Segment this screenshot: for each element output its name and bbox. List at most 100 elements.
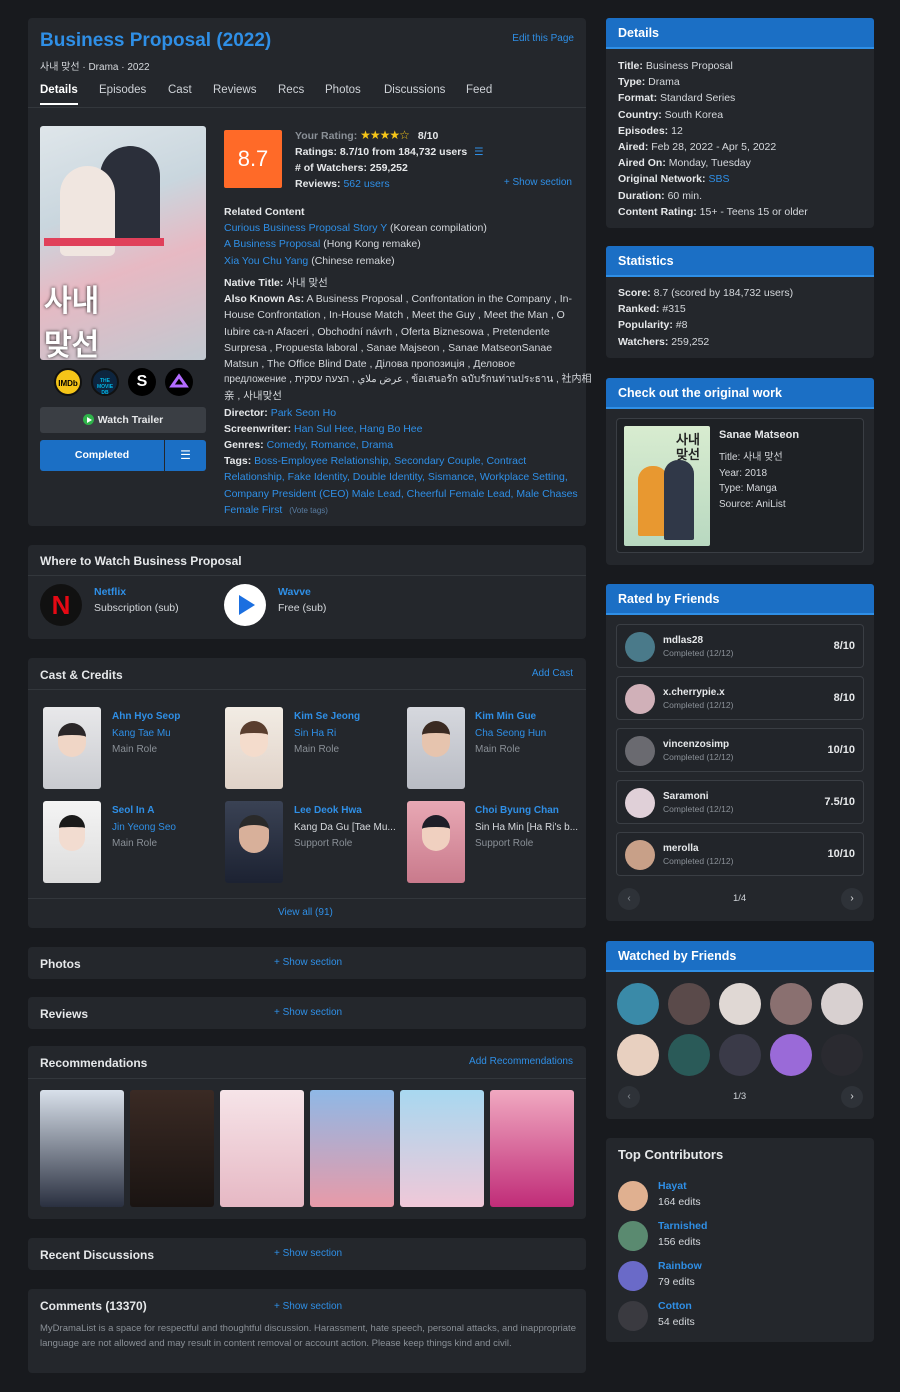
edit-page-link[interactable]: Edit this Page (512, 33, 574, 44)
status-button[interactable]: Completed (40, 440, 164, 471)
friend-rating-card[interactable]: mdlas28 Completed (12/12) 8/10 (616, 624, 864, 668)
stat-row: Ranked: #315 (618, 303, 686, 316)
original-work-row: Year: 2018 (719, 467, 768, 479)
original-work-name[interactable]: Sanae Matseon (719, 429, 799, 441)
cast-photo[interactable] (225, 801, 283, 883)
tab-feed[interactable]: Feed (466, 84, 492, 96)
tmdb-icon[interactable]: THE MOVIE DB (91, 368, 119, 396)
friend-username[interactable]: Saramoni (663, 791, 709, 802)
cast-photo[interactable] (407, 707, 465, 789)
next-page-button[interactable]: › (841, 1086, 863, 1108)
contributor-avatar[interactable] (618, 1301, 648, 1331)
friend-avatar[interactable] (617, 983, 659, 1025)
cast-photo[interactable] (43, 801, 101, 883)
friend-avatar[interactable] (770, 983, 812, 1025)
comments-title: Comments (13370) (40, 1299, 147, 1313)
friend-rating-card[interactable]: merolla Completed (12/12) 10/10 (616, 832, 864, 876)
friend-rating-card[interactable]: vincenzosimp Completed (12/12) 10/10 (616, 728, 864, 772)
contributor-avatar[interactable] (618, 1221, 648, 1251)
original-work-card[interactable]: 사내 맞선 Sanae Matseon Title: 사내 맞선 Year: 2… (616, 418, 864, 553)
details-sidebar-title: Details (606, 18, 874, 49)
next-page-button[interactable]: › (841, 888, 863, 910)
tab-cast[interactable]: Cast (168, 84, 192, 96)
cast-info: Ahn Hyo Seop Kang Tae Mu Main Role (112, 711, 181, 755)
reviews-link[interactable]: 562 users (343, 178, 389, 190)
top-contributors-title: Top Contributors (618, 1147, 724, 1162)
related-item: A Business Proposal (Hong Kong remake) (224, 238, 421, 251)
play-icon (82, 414, 94, 425)
add-cast-link[interactable]: Add Cast (532, 668, 573, 679)
contributor-name[interactable]: Rainbow (658, 1260, 702, 1272)
friend-avatar[interactable] (625, 840, 655, 870)
friend-avatar[interactable] (625, 788, 655, 818)
tab-photos[interactable]: Photos (325, 84, 361, 96)
friend-username[interactable]: vincenzosimp (663, 739, 729, 750)
show-section-link[interactable]: + Show section (504, 177, 572, 188)
list-menu-button[interactable]: ☰ (165, 440, 206, 471)
tab-reviews[interactable]: Reviews (213, 84, 256, 96)
imdb-icon[interactable]: IMDb (54, 368, 82, 396)
vote-tags-link[interactable]: (Vote tags) (289, 506, 328, 515)
friend-username[interactable]: x.cherrypie.x (663, 687, 725, 698)
netflix-name[interactable]: Netflix (94, 586, 126, 598)
tab-recs[interactable]: Recs (278, 84, 304, 96)
friend-username[interactable]: mdlas28 (663, 635, 703, 646)
friend-avatar[interactable] (719, 1034, 761, 1076)
discussions-show-section[interactable]: + Show section (274, 1248, 342, 1259)
tab-discussions[interactable]: Discussions (384, 84, 445, 96)
friend-avatar[interactable] (821, 983, 863, 1025)
friend-rating-card[interactable]: Saramoni Completed (12/12) 7.5/10 (616, 780, 864, 824)
friend-avatar[interactable] (719, 983, 761, 1025)
cast-photo[interactable] (407, 801, 465, 883)
s-provider-icon[interactable]: S (128, 368, 156, 396)
contributor-avatar[interactable] (618, 1181, 648, 1211)
cast-photo[interactable] (225, 707, 283, 789)
friend-avatar[interactable] (770, 1034, 812, 1076)
friend-avatar[interactable] (821, 1034, 863, 1076)
rating-stars[interactable]: ★★★★☆ (360, 128, 410, 142)
prev-page-button[interactable]: ‹ (618, 1086, 640, 1108)
recommendations-panel: Recommendations Add Recommendations (28, 1046, 586, 1219)
rec-poster[interactable] (40, 1090, 124, 1207)
wavve-icon[interactable] (224, 584, 266, 626)
friend-avatar[interactable] (668, 983, 710, 1025)
contributor-name[interactable]: Hayat (658, 1180, 687, 1192)
wavve-name[interactable]: Wavve (278, 586, 311, 598)
view-all-cast-link[interactable]: View all (91) (278, 907, 333, 918)
friend-avatar[interactable] (625, 736, 655, 766)
ratings-chart-icon[interactable]: ☰ (474, 146, 483, 158)
rec-poster[interactable] (220, 1090, 304, 1207)
friend-avatar[interactable] (668, 1034, 710, 1076)
friend-avatar[interactable] (625, 632, 655, 662)
rec-poster[interactable] (130, 1090, 214, 1207)
score-box: 8.7 (224, 130, 282, 188)
prev-page-button[interactable]: ‹ (618, 888, 640, 910)
original-work-title: Check out the original work (606, 378, 874, 409)
contributor-avatar[interactable] (618, 1261, 648, 1291)
rec-poster[interactable] (490, 1090, 574, 1207)
friend-username[interactable]: merolla (663, 843, 699, 854)
friend-rating-card[interactable]: x.cherrypie.x Completed (12/12) 8/10 (616, 676, 864, 720)
poster-image[interactable]: 사내 맞선 (40, 126, 206, 360)
friend-avatar[interactable] (625, 684, 655, 714)
tab-details[interactable]: Details (40, 84, 78, 105)
rated-page-indicator: 1/4 (733, 893, 747, 904)
triangle-provider-icon[interactable] (165, 368, 193, 396)
add-recommendations-link[interactable]: Add Recommendations (469, 1056, 573, 1067)
netflix-icon[interactable]: N (40, 584, 82, 626)
tab-episodes[interactable]: Episodes (99, 84, 146, 96)
statistics-title: Statistics (606, 246, 874, 277)
photos-show-section[interactable]: + Show section (274, 957, 342, 968)
contributor-name[interactable]: Cotton (658, 1300, 692, 1312)
rec-poster[interactable] (400, 1090, 484, 1207)
reviews-show-section[interactable]: + Show section (274, 1007, 342, 1018)
manga-cover[interactable]: 사내 맞선 (624, 426, 710, 546)
page-title[interactable]: Business Proposal (2022) (40, 30, 271, 52)
cast-photo[interactable] (43, 707, 101, 789)
watched-page-indicator: 1/3 (733, 1091, 747, 1102)
rec-poster[interactable] (310, 1090, 394, 1207)
watch-trailer-button[interactable]: Watch Trailer (40, 407, 206, 433)
friend-avatar[interactable] (617, 1034, 659, 1076)
comments-show-section[interactable]: + Show section (274, 1301, 342, 1312)
contributor-name[interactable]: Tarnished (658, 1220, 707, 1232)
